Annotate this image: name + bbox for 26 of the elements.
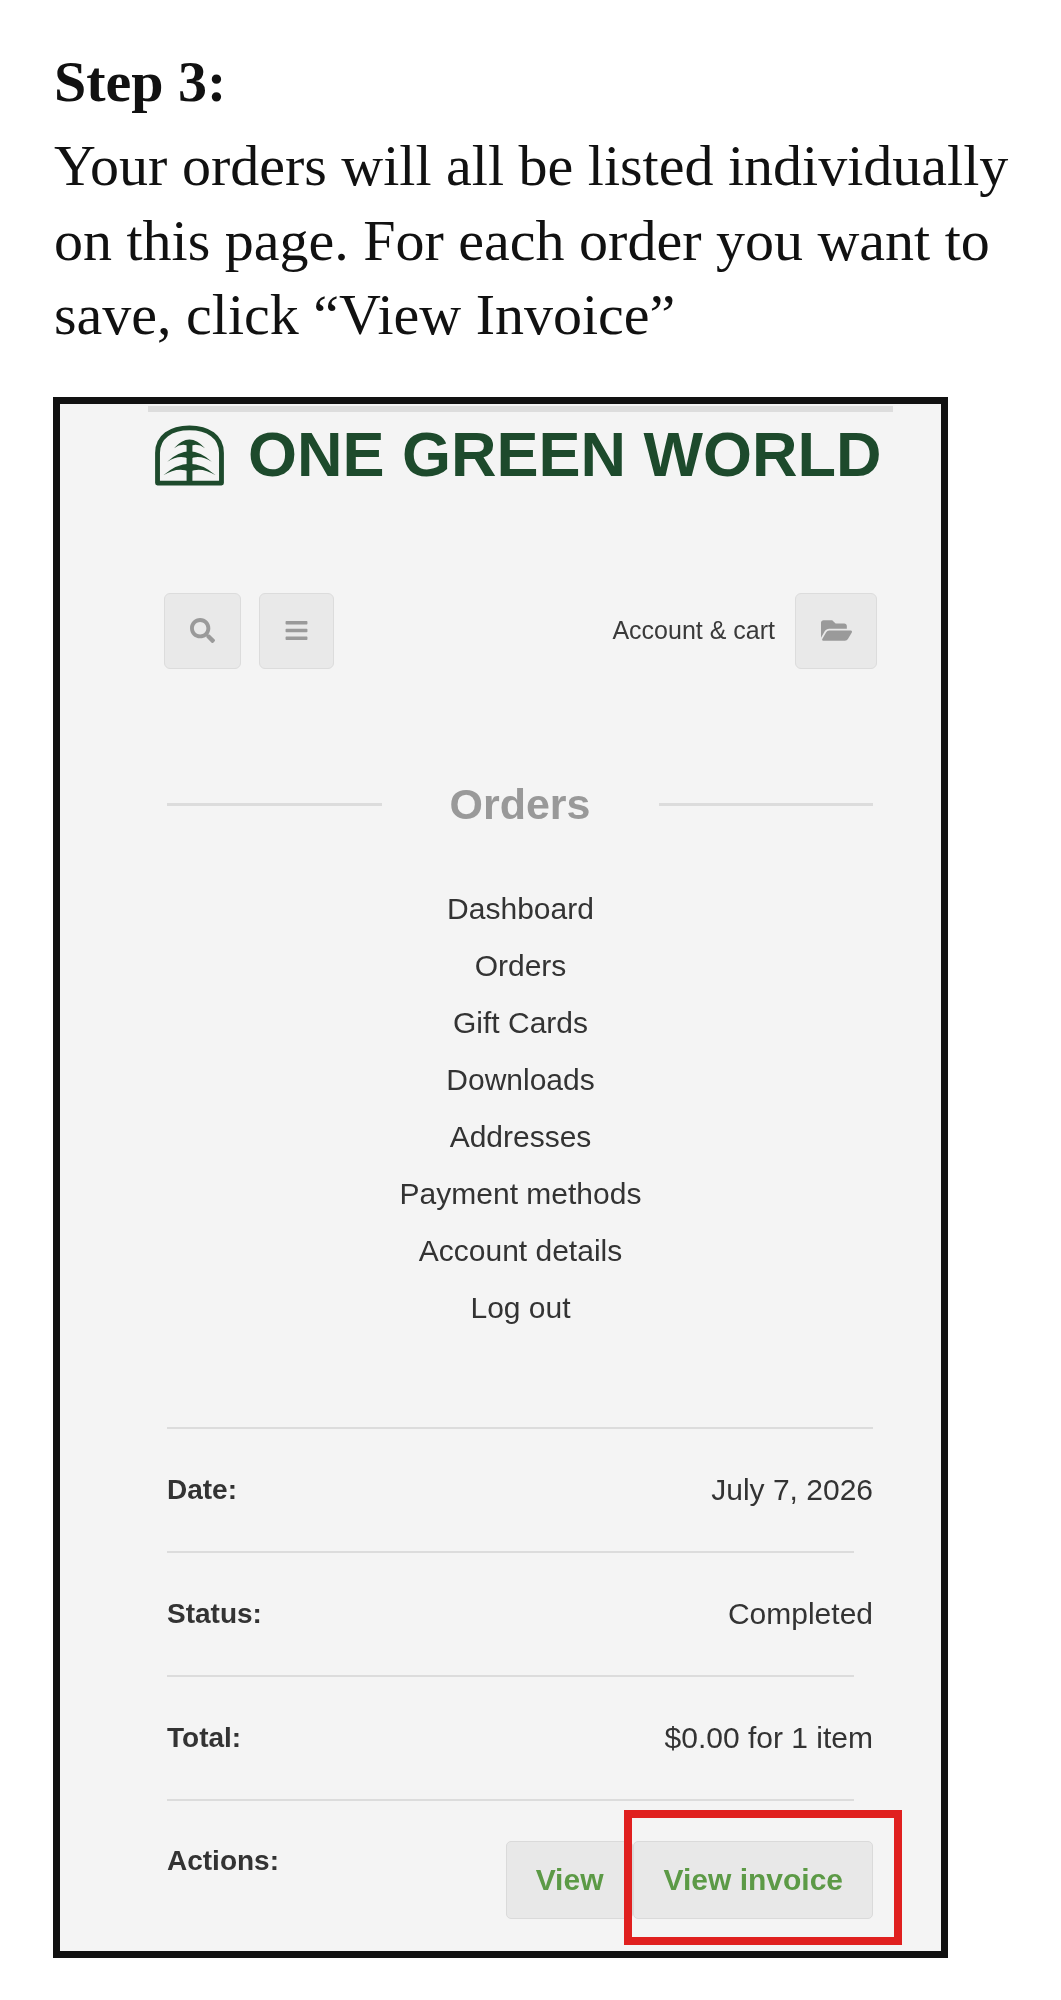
logo-text: ONE GREEN WORLD: [248, 423, 882, 486]
page-title: Orders: [449, 782, 591, 826]
menu-link[interactable]: Account details: [418, 1221, 623, 1279]
folder-button[interactable]: [795, 592, 877, 669]
menu-button[interactable]: [259, 592, 334, 669]
menu-link[interactable]: Gift Cards: [453, 993, 588, 1051]
field-value: $0.00 for 1 item: [664, 1720, 873, 1755]
menu-link[interactable]: Orders: [474, 936, 567, 994]
field-label: Status:: [167, 1596, 262, 1631]
field-label: Total:: [167, 1720, 242, 1755]
instruction-text: Your orders will all be listed individually on this page. For each order you want to save, click “View Invoice”: [53, 132, 1010, 349]
menu-icon: [284, 618, 309, 643]
field-label: Actions:: [167, 1843, 279, 1878]
account-link[interactable]: Account & cart: [612, 616, 775, 645]
field-label: Date:: [167, 1472, 237, 1507]
tree-icon: [152, 423, 227, 486]
search-button[interactable]: [164, 592, 241, 669]
field-value: Completed: [727, 1596, 873, 1631]
search-icon: [190, 618, 215, 643]
step-heading: Step 3:: [53, 48, 228, 116]
menu-link[interactable]: Addresses: [449, 1107, 592, 1165]
menu-link[interactable]: Payment methods: [399, 1164, 642, 1222]
menu-link[interactable]: Downloads: [446, 1050, 595, 1108]
menu-link[interactable]: Dashboard: [447, 879, 594, 937]
field-value: July 7, 2026: [711, 1472, 873, 1507]
menu-link[interactable]: Log out: [470, 1278, 571, 1336]
